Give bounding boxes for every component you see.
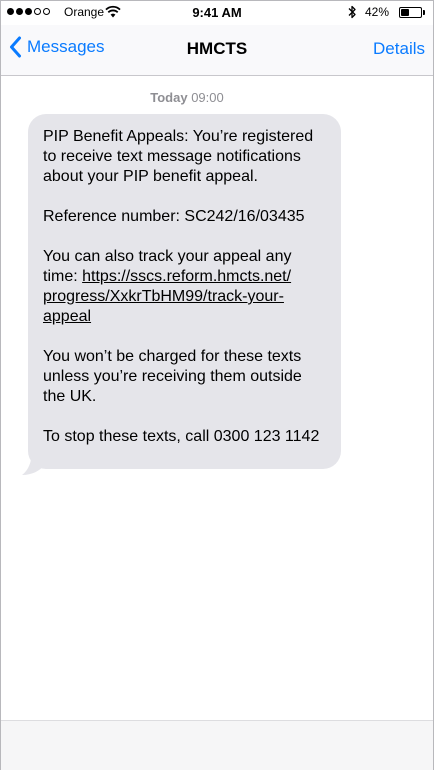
message-text-line: To stop these texts, call 0300 123 1142 xyxy=(43,428,320,445)
message-text-line: You won’t be charged for these texts xyxy=(43,348,302,365)
battery-level-fill xyxy=(401,9,409,16)
battery-percentage: 42% xyxy=(365,5,390,19)
message-text-line: about your PIP benefit appeal. xyxy=(43,168,258,185)
tracking-link[interactable]: progress/XxkrTbHM99/track-your- xyxy=(43,288,284,305)
tracking-link[interactable]: https://sscs.reform.hmcts.net/ xyxy=(82,268,291,285)
status-bar: Orange 9:41 AM 42% xyxy=(1,1,433,25)
tracking-link[interactable]: appeal xyxy=(43,308,91,325)
conversation-title: HMCTS xyxy=(186,39,248,58)
details-button[interactable]: Details xyxy=(373,39,425,59)
message-text-fragment: time: xyxy=(43,268,83,285)
battery-nub xyxy=(423,10,425,15)
timestamp-time: 09:00 xyxy=(191,90,224,105)
reference-number: Reference number: SC242/16/03435 xyxy=(43,208,305,225)
message-text-line: time: https://sscs.reform.hmcts.net/ xyxy=(43,267,333,287)
phone-screen: Orange 9:41 AM 42% Messages HMCTS Detail… xyxy=(0,0,434,770)
message-bubble[interactable]: PIP Benefit Appeals: You’re registered t… xyxy=(28,114,341,469)
message-text-line: You can also track your appeal any xyxy=(43,248,292,265)
message-input-bar[interactable] xyxy=(1,720,433,770)
battery-icon xyxy=(399,7,422,18)
message-text-line: unless you’re receiving them outside xyxy=(43,368,302,385)
message-text-line: to receive text message notifications xyxy=(43,148,301,165)
message-timestamp: Today 09:00 xyxy=(1,90,373,105)
message-text-line: the UK. xyxy=(43,388,97,405)
timestamp-day: Today xyxy=(150,90,188,105)
message-text-line: PIP Benefit Appeals: You’re registered xyxy=(43,128,314,145)
bluetooth-icon xyxy=(347,4,357,23)
navigation-bar: Messages HMCTS Details xyxy=(1,25,433,76)
